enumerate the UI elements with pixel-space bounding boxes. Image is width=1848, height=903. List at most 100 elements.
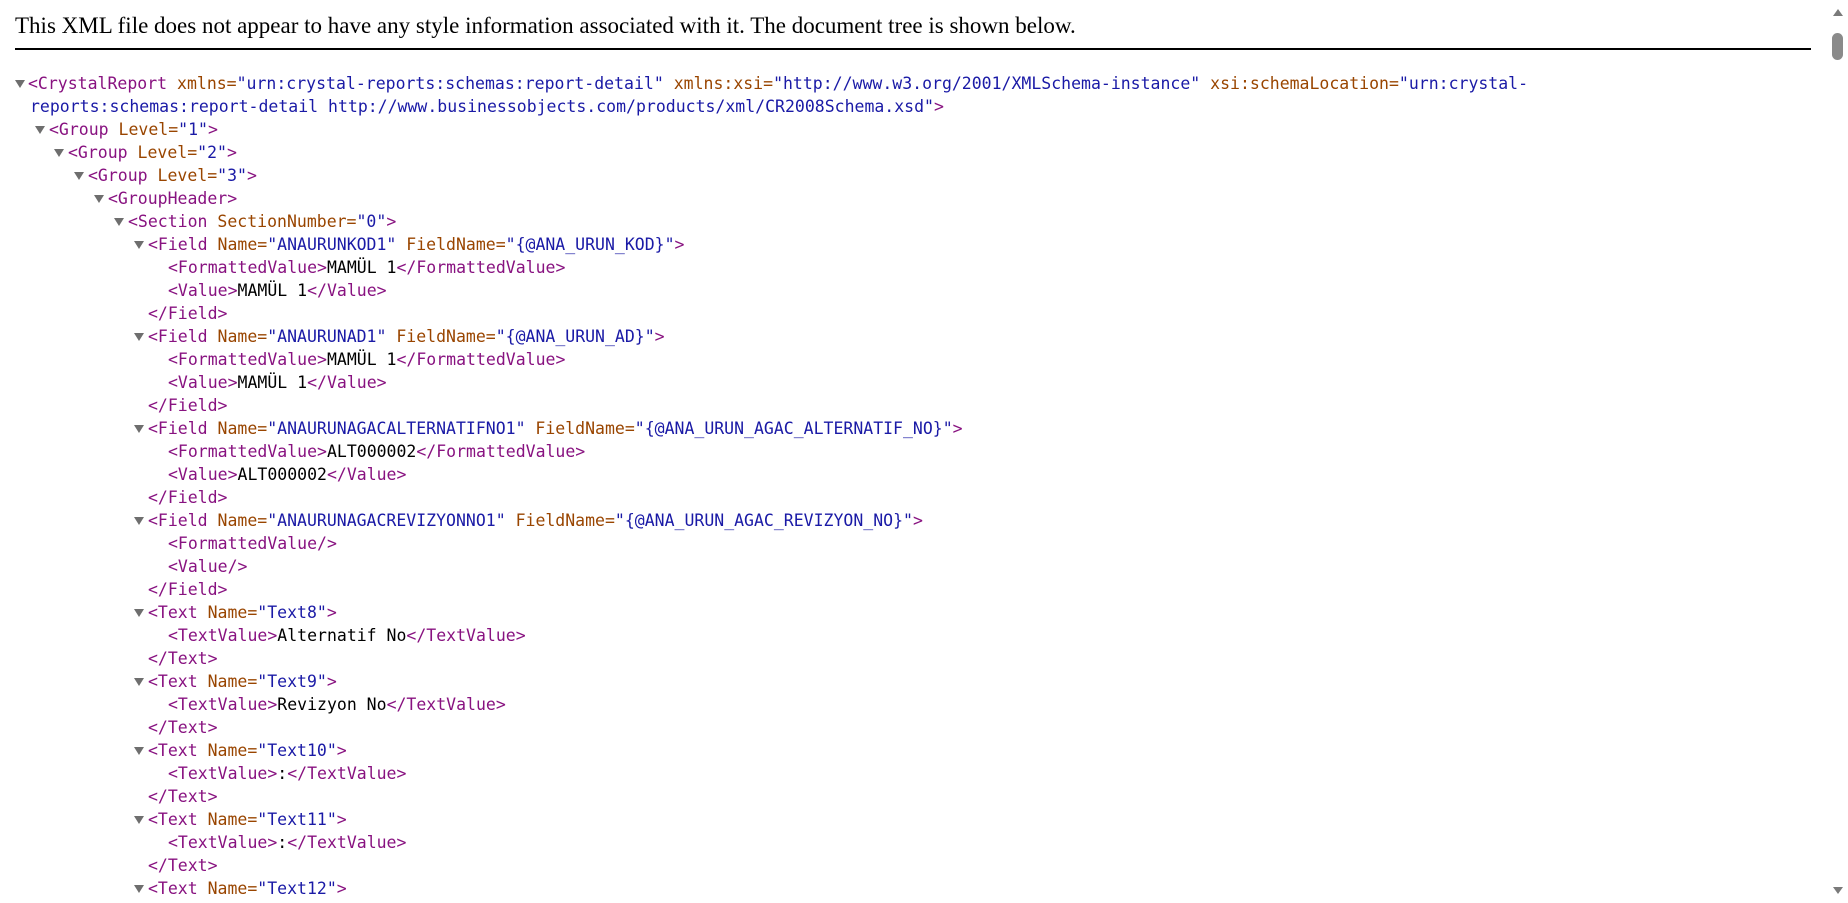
xml-attribute-value: "ANAURUNAGACALTERNATIFNO1" bbox=[267, 419, 526, 438]
collapse-triangle-icon[interactable] bbox=[133, 233, 147, 256]
xml-attribute-value: "2" bbox=[197, 143, 227, 162]
collapse-triangle-icon[interactable] bbox=[133, 325, 147, 348]
xml-text-content: ALT000002 bbox=[326, 442, 417, 461]
collapse-triangle-icon[interactable] bbox=[133, 417, 147, 440]
xml-attribute: FieldName= bbox=[525, 419, 635, 438]
xml-attribute-value: "Text11" bbox=[257, 810, 337, 829]
scroll-down-arrow-icon[interactable] bbox=[1833, 887, 1843, 894]
xml-tag: > bbox=[336, 741, 347, 760]
collapse-triangle-icon[interactable] bbox=[133, 739, 147, 762]
xml-attribute: Level= bbox=[147, 166, 218, 185]
vertical-scrollbar[interactable] bbox=[1828, 0, 1848, 903]
collapse-triangle-icon[interactable] bbox=[133, 808, 147, 831]
xml-tag: <Text bbox=[148, 672, 198, 691]
collapse-triangle-icon[interactable] bbox=[34, 118, 48, 141]
xml-tag: <Value/> bbox=[168, 557, 248, 576]
xml-attribute-value: "urn:crystal-reports:schemas:report-deta… bbox=[236, 74, 664, 93]
xml-line-groupheader: <GroupHeader> bbox=[108, 187, 237, 210]
xml-tag: </FormattedValue> bbox=[416, 442, 586, 461]
xml-line-group-3: <Group Level="3"> bbox=[88, 164, 257, 187]
xml-attribute: FieldName= bbox=[386, 327, 496, 346]
xml-tag: <FormattedValue> bbox=[168, 442, 327, 461]
xml-tag: </Value> bbox=[307, 281, 387, 300]
xml-tag: <Value> bbox=[168, 373, 238, 392]
xml-tag: </Text> bbox=[148, 718, 218, 737]
xml-line-field-close: </Field> bbox=[148, 394, 227, 417]
xml-tag: > bbox=[952, 419, 963, 438]
xml-attribute: Name= bbox=[197, 879, 258, 898]
xml-line-field-close: </Field> bbox=[148, 302, 227, 325]
xml-tag: > bbox=[326, 603, 337, 622]
xml-attribute-value: "{@ANA_URUN_AD}" bbox=[495, 327, 655, 346]
xml-tag: </Field> bbox=[148, 304, 228, 323]
collapse-triangle-icon[interactable] bbox=[133, 670, 147, 693]
xml-attribute-value: "http://www.w3.org/2001/XMLSchema-instan… bbox=[773, 74, 1201, 93]
xml-tag: <TextValue> bbox=[168, 764, 278, 783]
xml-tag: > bbox=[933, 97, 944, 116]
xml-tag: </Field> bbox=[148, 580, 228, 599]
xml-attribute: FieldName= bbox=[396, 235, 506, 254]
xml-tag: </Field> bbox=[148, 488, 228, 507]
xml-tag: <FormattedValue> bbox=[168, 350, 327, 369]
xml-attribute-value: "Text9" bbox=[257, 672, 327, 691]
collapse-triangle-icon[interactable] bbox=[133, 601, 147, 624]
xml-attribute-value: "{@ANA_URUN_KOD}" bbox=[505, 235, 675, 254]
collapse-triangle-icon[interactable] bbox=[53, 141, 67, 164]
xml-attribute: Level= bbox=[127, 143, 198, 162]
xml-text-content: MAMÜL 1 bbox=[326, 258, 397, 277]
xml-attribute-value: "{@ANA_URUN_AGAC_ALTERNATIF_NO}" bbox=[634, 419, 953, 438]
xml-tag: > bbox=[326, 672, 337, 691]
xml-tag: </TextValue> bbox=[406, 626, 526, 645]
xml-text-content: Revizyon No bbox=[277, 695, 387, 714]
xml-line-text-close: </Text> bbox=[148, 716, 218, 739]
xml-line-text-open: <Text Name="Text9"> bbox=[148, 670, 337, 693]
xml-tag: > bbox=[674, 235, 685, 254]
xml-tag: <Field bbox=[148, 511, 208, 530]
xml-line-textvalue: <TextValue>:</TextValue> bbox=[168, 831, 406, 854]
collapse-triangle-icon[interactable] bbox=[14, 72, 28, 95]
xml-tag: <Field bbox=[148, 327, 208, 346]
xml-attribute-value: "1" bbox=[178, 120, 208, 139]
xml-text-content: MAMÜL 1 bbox=[326, 350, 397, 369]
xml-line-group-1: <Group Level="1"> bbox=[49, 118, 218, 141]
xml-attribute: Name= bbox=[197, 741, 258, 760]
xml-tag: </Value> bbox=[326, 465, 407, 484]
collapse-triangle-icon[interactable] bbox=[133, 877, 147, 900]
xml-line-value: <Value>ALT000002</Value> bbox=[168, 463, 406, 486]
xml-tag: <GroupHeader> bbox=[108, 189, 238, 208]
xml-text-content: : bbox=[277, 764, 288, 783]
xml-line-field-open: <Field Name="ANAURUNAD1" FieldName="{@AN… bbox=[148, 325, 665, 348]
xml-tag: > bbox=[226, 143, 237, 162]
xml-tag: </TextValue> bbox=[287, 833, 407, 852]
xml-line-section: <Section SectionNumber="0"> bbox=[128, 210, 396, 233]
xml-line-crystalreport-cont: reports:schemas:report-detail http://www… bbox=[30, 95, 944, 118]
xml-line-text-close: </Text> bbox=[148, 785, 218, 808]
xml-attribute-value: "ANAURUNAGACREVIZYONNO1" bbox=[267, 511, 506, 530]
xml-tag: </FormattedValue> bbox=[396, 258, 566, 277]
xml-tag: </Text> bbox=[148, 649, 218, 668]
scroll-up-arrow-icon[interactable] bbox=[1833, 9, 1843, 16]
collapse-triangle-icon[interactable] bbox=[73, 164, 87, 187]
xml-tag: </Value> bbox=[307, 373, 387, 392]
xml-text-content: Alternatif No bbox=[277, 626, 407, 645]
xml-tag: </Text> bbox=[148, 856, 218, 875]
xml-line-textvalue: <TextValue>Revizyon No</TextValue> bbox=[168, 693, 506, 716]
info-banner: This XML file does not appear to have an… bbox=[15, 0, 1811, 50]
scrollbar-thumb[interactable] bbox=[1832, 33, 1843, 60]
xml-tag: <FormattedValue/> bbox=[168, 534, 337, 553]
xml-tag: <TextValue> bbox=[168, 833, 278, 852]
xml-line-formattedvalue: <FormattedValue>MAMÜL 1</FormattedValue> bbox=[168, 348, 565, 371]
xml-attribute-value: "ANAURUNAD1" bbox=[267, 327, 387, 346]
xml-tag: > bbox=[246, 166, 257, 185]
collapse-triangle-icon[interactable] bbox=[133, 509, 147, 532]
xml-line-text-close: </Text> bbox=[148, 854, 218, 877]
collapse-triangle-icon[interactable] bbox=[113, 210, 127, 233]
xml-tag: <TextValue> bbox=[168, 695, 278, 714]
xml-line-formattedvalue: <FormattedValue>ALT000002</FormattedValu… bbox=[168, 440, 585, 463]
xml-attribute: xmlns:xsi= bbox=[663, 74, 774, 93]
xml-line-formattedvalue-empty: <FormattedValue/> bbox=[168, 532, 337, 555]
xml-text-content: MAMÜL 1 bbox=[237, 373, 308, 392]
collapse-triangle-icon[interactable] bbox=[93, 187, 107, 210]
xml-tag: > bbox=[336, 810, 347, 829]
xml-attribute-value: "0" bbox=[356, 212, 387, 231]
